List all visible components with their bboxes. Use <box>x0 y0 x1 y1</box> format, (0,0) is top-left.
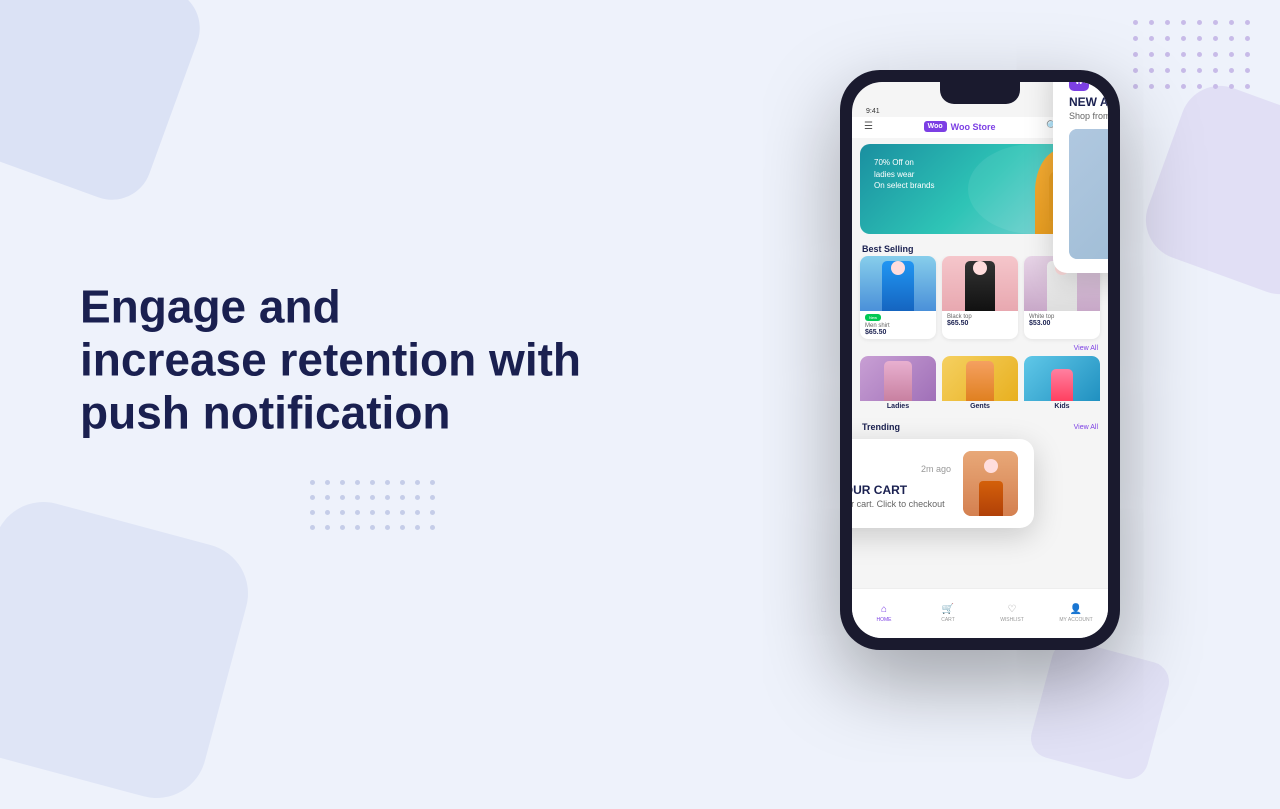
notif-arrivals-title: NEW ARRIVALS ✨ <box>1069 95 1108 109</box>
status-time: 9:41 <box>866 108 880 115</box>
banner-discount: 70% Off on <box>874 158 934 168</box>
notif-cart-content: W Woo Store 2m ago ITEMS WAITING ON YOUR… <box>852 459 951 509</box>
category-label-gents: Gents <box>942 401 1018 412</box>
nav-account-label: MY ACCOUNT <box>1059 617 1092 623</box>
new-badge: New <box>865 314 881 321</box>
home-icon: ⌂ <box>881 604 887 615</box>
woo-logo: Woo Woo Store <box>924 121 996 132</box>
product-card-2[interactable]: Black top $65.50 <box>942 256 1018 339</box>
trending-title: Trending <box>862 420 900 434</box>
app-name: Woo Store <box>951 122 996 132</box>
category-gents[interactable]: Gents <box>942 356 1018 412</box>
product-image-1 <box>860 256 936 311</box>
product-info-1: New Men shirt $65.50 <box>860 311 936 339</box>
bg-shape-right <box>1135 75 1280 306</box>
notif-arrivals-header: W Woo Store 2m ago <box>1069 82 1108 91</box>
phone-notch <box>940 82 1020 104</box>
category-ladies[interactable]: Ladies <box>860 356 936 412</box>
notif-arrivals-image <box>1069 129 1108 259</box>
notif-cart-time: 2m ago <box>921 464 951 474</box>
product-image-2 <box>942 256 1018 311</box>
dot-grid-right <box>1133 20 1250 89</box>
account-nav-icon: 👤 <box>1070 604 1082 615</box>
product-info-3: White top $53.00 <box>1024 311 1100 330</box>
category-image-kids <box>1024 356 1100 401</box>
wishlist-nav-icon: ♡ <box>1008 604 1017 615</box>
bg-shape-top-left <box>0 0 211 211</box>
phone-screen: 9:41 ▊▊▊ WiFi 🔋 ☰ Woo Woo Store 🔍 ♡ <box>852 82 1108 638</box>
phone-mockup: 9:41 ▊▊▊ WiFi 🔋 ☰ Woo Woo Store 🔍 ♡ <box>840 70 1120 650</box>
nav-home[interactable]: ⌂ HOME <box>852 589 916 638</box>
notif-cart-header: W Woo Store 2m ago <box>852 459 951 479</box>
nav-account[interactable]: 👤 MY ACCOUNT <box>1044 589 1108 638</box>
banner-text: 70% Off on ladies wear On select brands <box>874 156 934 191</box>
bg-shape-bottom-left <box>0 491 259 809</box>
woo-logo-box: Woo <box>924 121 947 132</box>
notif-cart-title: ITEMS WAITING ON YOUR CART <box>852 483 951 497</box>
notif-arrivals-subtitle: Shop from the latest collection <box>1069 111 1108 121</box>
category-kids[interactable]: Kids <box>1024 356 1100 412</box>
product-card-1[interactable]: New Men shirt $65.50 <box>860 256 936 339</box>
cart-nav-icon: 🛒 <box>942 604 954 615</box>
category-image-gents <box>942 356 1018 401</box>
bg-shape-bottom-right <box>1027 637 1174 784</box>
heading-line1: Engage and <box>80 281 341 333</box>
product-price-3: $53.00 <box>1029 320 1095 327</box>
category-label-kids: Kids <box>1024 401 1100 412</box>
notification-arrivals[interactable]: W Woo Store 2m ago NEW ARRIVALS ✨ Shop f… <box>1053 82 1108 273</box>
nav-home-label: HOME <box>877 617 892 623</box>
hero-content: Engage and increase retention with push … <box>80 281 600 440</box>
product-info-2: Black top $65.50 <box>942 311 1018 330</box>
notif-cart-image <box>963 451 1018 516</box>
notification-cart[interactable]: W Woo Store 2m ago ITEMS WAITING ON YOUR… <box>852 439 1034 528</box>
nav-cart[interactable]: 🛒 CART <box>916 589 980 638</box>
heading-line3: push notification <box>80 386 451 438</box>
notif-arrivals-brand: W Woo Store <box>1069 82 1108 91</box>
categories-grid: Ladies Gents Kids <box>852 356 1108 418</box>
main-heading: Engage and increase retention with push … <box>80 281 600 440</box>
hamburger-icon[interactable]: ☰ <box>864 121 873 132</box>
banner-sub: On select brands <box>874 181 934 191</box>
notif-arrivals-brand-icon: W <box>1069 82 1089 91</box>
product-price-1: $65.50 <box>865 329 931 336</box>
notif-arrivals-brand-name: Woo Store <box>1095 82 1108 87</box>
product-price-2: $65.50 <box>947 320 1013 327</box>
trending-view-all[interactable]: View All <box>1074 424 1098 431</box>
nav-wishlist-label: WISHLIST <box>1000 617 1024 623</box>
nav-cart-label: CART <box>941 617 955 623</box>
banner-category: ladies wear <box>874 170 934 180</box>
nav-wishlist[interactable]: ♡ WISHLIST <box>980 589 1044 638</box>
phone-container: 9:41 ▊▊▊ WiFi 🔋 ☰ Woo Woo Store 🔍 ♡ <box>840 70 1120 650</box>
heading-line2: increase retention with <box>80 334 581 386</box>
bottom-nav: ⌂ HOME 🛒 CART ♡ WISHLIST 👤 MY ACCOUNT <box>852 588 1108 638</box>
dot-grid-left <box>310 480 435 530</box>
category-label-ladies: Ladies <box>860 401 936 412</box>
trending-header: Trending View All <box>852 418 1108 436</box>
category-image-ladies <box>860 356 936 401</box>
view-all-link[interactable]: View All <box>852 345 1108 356</box>
notif-cart-body: Item you added is waiting on your cart. … <box>852 499 951 509</box>
